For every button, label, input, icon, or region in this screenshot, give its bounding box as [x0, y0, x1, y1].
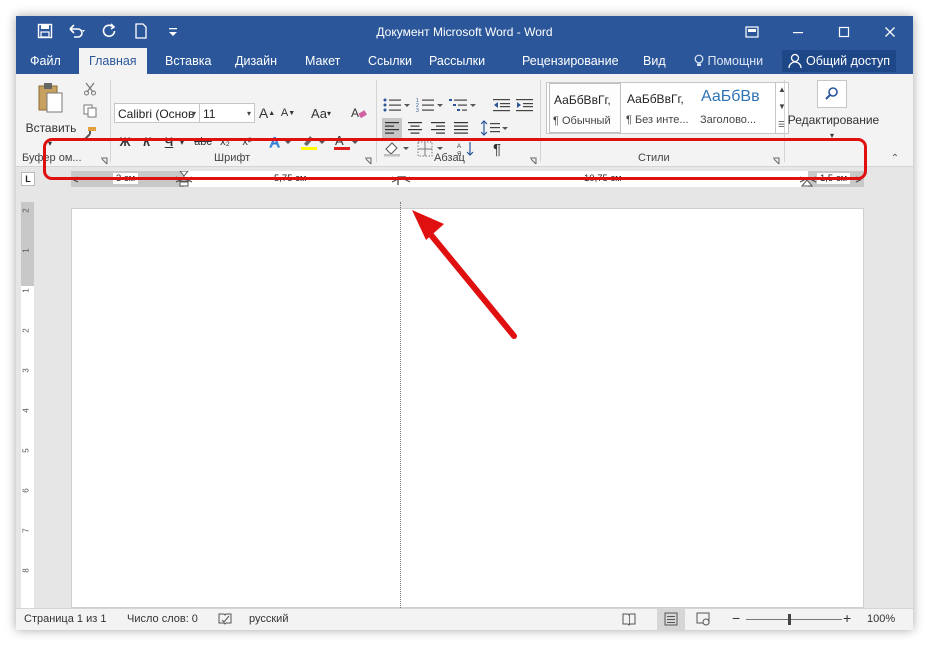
window-controls [729, 16, 913, 48]
styles-gallery: АаБбВвГг, ¶ Обычный АаБбВвГг, ¶ Без инте… [546, 82, 776, 134]
decrease-indent-icon[interactable] [492, 96, 512, 114]
paste-button[interactable]: Вставить [21, 120, 81, 136]
bullets-icon[interactable] [382, 96, 412, 114]
style-name: Заголово... [700, 114, 757, 126]
vertical-ruler-label: 4 [21, 408, 31, 413]
grow-font-label: A [258, 105, 269, 121]
style-no-spacing[interactable]: АаБбВвГг, ¶ Без инте... [623, 83, 695, 133]
ruler-highlight-box [43, 138, 867, 180]
ribbon-tabs: Файл Главная Вставка Дизайн Макет Ссылки… [16, 48, 913, 74]
vertical-ruler-label: 1 [21, 288, 31, 293]
shrink-font-label: A [280, 107, 289, 119]
vertical-ruler-label: 5 [21, 448, 31, 453]
tab-view[interactable]: Вид [633, 48, 676, 74]
svg-text:A: A [351, 106, 359, 120]
font-name-dropdown-icon[interactable]: ▾ [192, 104, 196, 124]
ribbon-display-options-icon[interactable] [729, 16, 775, 48]
style-heading-1[interactable]: АаБбВв Заголово... [697, 83, 769, 133]
align-left-icon[interactable] [382, 118, 402, 138]
read-mode-icon[interactable] [622, 612, 636, 629]
share-label: Общий доступ [806, 54, 890, 68]
tab-insert[interactable]: Вставка [155, 48, 221, 74]
justify-icon[interactable] [451, 118, 471, 138]
vertical-ruler-label: 3 [21, 368, 31, 373]
status-bar: Страница 1 из 1 Число слов: 0 русский − … [16, 608, 913, 630]
editing-button[interactable]: Редактирование [786, 112, 881, 128]
tab-home[interactable]: Главная [79, 48, 147, 74]
change-case-label: Aa [311, 105, 327, 121]
style-name: ¶ Без инте... [626, 114, 689, 126]
vertical-ruler-label: 2 [21, 328, 31, 333]
maximize-icon[interactable] [821, 16, 867, 48]
print-layout-icon[interactable] [657, 609, 685, 630]
increase-indent-icon[interactable] [515, 96, 535, 114]
find-icon[interactable] [817, 80, 847, 108]
font-size-dropdown-icon[interactable]: ▾ [247, 104, 251, 124]
align-right-icon[interactable] [428, 118, 448, 138]
tab-file[interactable]: Файл [20, 48, 71, 74]
style-sample: АаБбВвГг, [554, 93, 611, 107]
style-normal[interactable]: АаБбВвГг, ¶ Обычный [549, 83, 621, 133]
person-icon [788, 53, 802, 76]
vertical-ruler[interactable] [21, 202, 34, 608]
tell-me-box[interactable]: Помощни [694, 48, 763, 74]
font-size-value: 11 [203, 107, 216, 121]
minimize-icon[interactable] [775, 16, 821, 48]
style-name: ¶ Обычный [553, 115, 611, 127]
tab-references[interactable]: Ссылки [358, 48, 422, 74]
zoom-out-button[interactable]: − [732, 610, 740, 626]
font-name-value: Calibri (Основ [118, 107, 195, 121]
paste-icon[interactable] [30, 80, 70, 116]
top-margin-area [21, 202, 34, 286]
style-sample: АаБбВвГг, [627, 92, 684, 106]
vertical-ruler-label: 7 [21, 528, 31, 533]
font-size-combo[interactable]: 11 ▾ [199, 103, 255, 123]
title-bar: Документ Microsoft Word - Word [16, 16, 913, 48]
annotation-arrow [412, 210, 517, 339]
tab-layout[interactable]: Макет [295, 48, 350, 74]
vertical-ruler-label: 1 [21, 248, 31, 253]
style-sample: АаБбВв [701, 88, 760, 105]
grow-font-button[interactable]: A ▲ [259, 103, 275, 123]
close-icon[interactable] [867, 16, 913, 48]
zoom-slider-thumb[interactable] [788, 614, 791, 625]
numbering-icon[interactable]: 123 [415, 96, 445, 114]
svg-text:3: 3 [416, 108, 419, 112]
tab-selector-button[interactable]: L [21, 172, 35, 186]
proofing-icon[interactable] [218, 612, 232, 629]
font-name-combo[interactable]: Calibri (Основ ▾ [114, 103, 200, 123]
change-case-button[interactable]: Aa ▾ [309, 103, 333, 123]
tab-mailings[interactable]: Рассылки [419, 48, 495, 74]
line-spacing-icon[interactable] [480, 118, 510, 138]
shrink-font-button[interactable]: A ▼ [280, 103, 296, 123]
tab-design[interactable]: Дизайн [225, 48, 287, 74]
tab-review[interactable]: Рецензирование [512, 48, 629, 74]
page-count[interactable]: Страница 1 из 1 [24, 613, 106, 625]
multilevel-list-icon[interactable] [448, 96, 478, 114]
vertical-ruler-label: 6 [21, 488, 31, 493]
clear-formatting-icon[interactable]: A [350, 103, 368, 123]
tell-me-text: Помощни [707, 54, 764, 68]
language-indicator[interactable]: русский [249, 613, 288, 625]
zoom-in-button[interactable]: + [843, 610, 851, 626]
copy-icon[interactable] [80, 102, 100, 120]
vertical-ruler-label: 2 [21, 208, 31, 213]
zoom-slider-track[interactable] [746, 619, 842, 620]
cut-icon[interactable] [80, 80, 100, 98]
word-count[interactable]: Число слов: 0 [127, 613, 198, 625]
share-button[interactable]: Общий доступ [782, 50, 896, 72]
collapse-ribbon-icon[interactable]: ⌃ [888, 152, 902, 164]
align-center-icon[interactable] [405, 118, 425, 138]
lightbulb-icon [694, 54, 707, 68]
web-layout-icon[interactable] [696, 612, 710, 629]
zoom-level[interactable]: 100% [867, 613, 895, 625]
vertical-ruler-label: 8 [21, 568, 31, 573]
